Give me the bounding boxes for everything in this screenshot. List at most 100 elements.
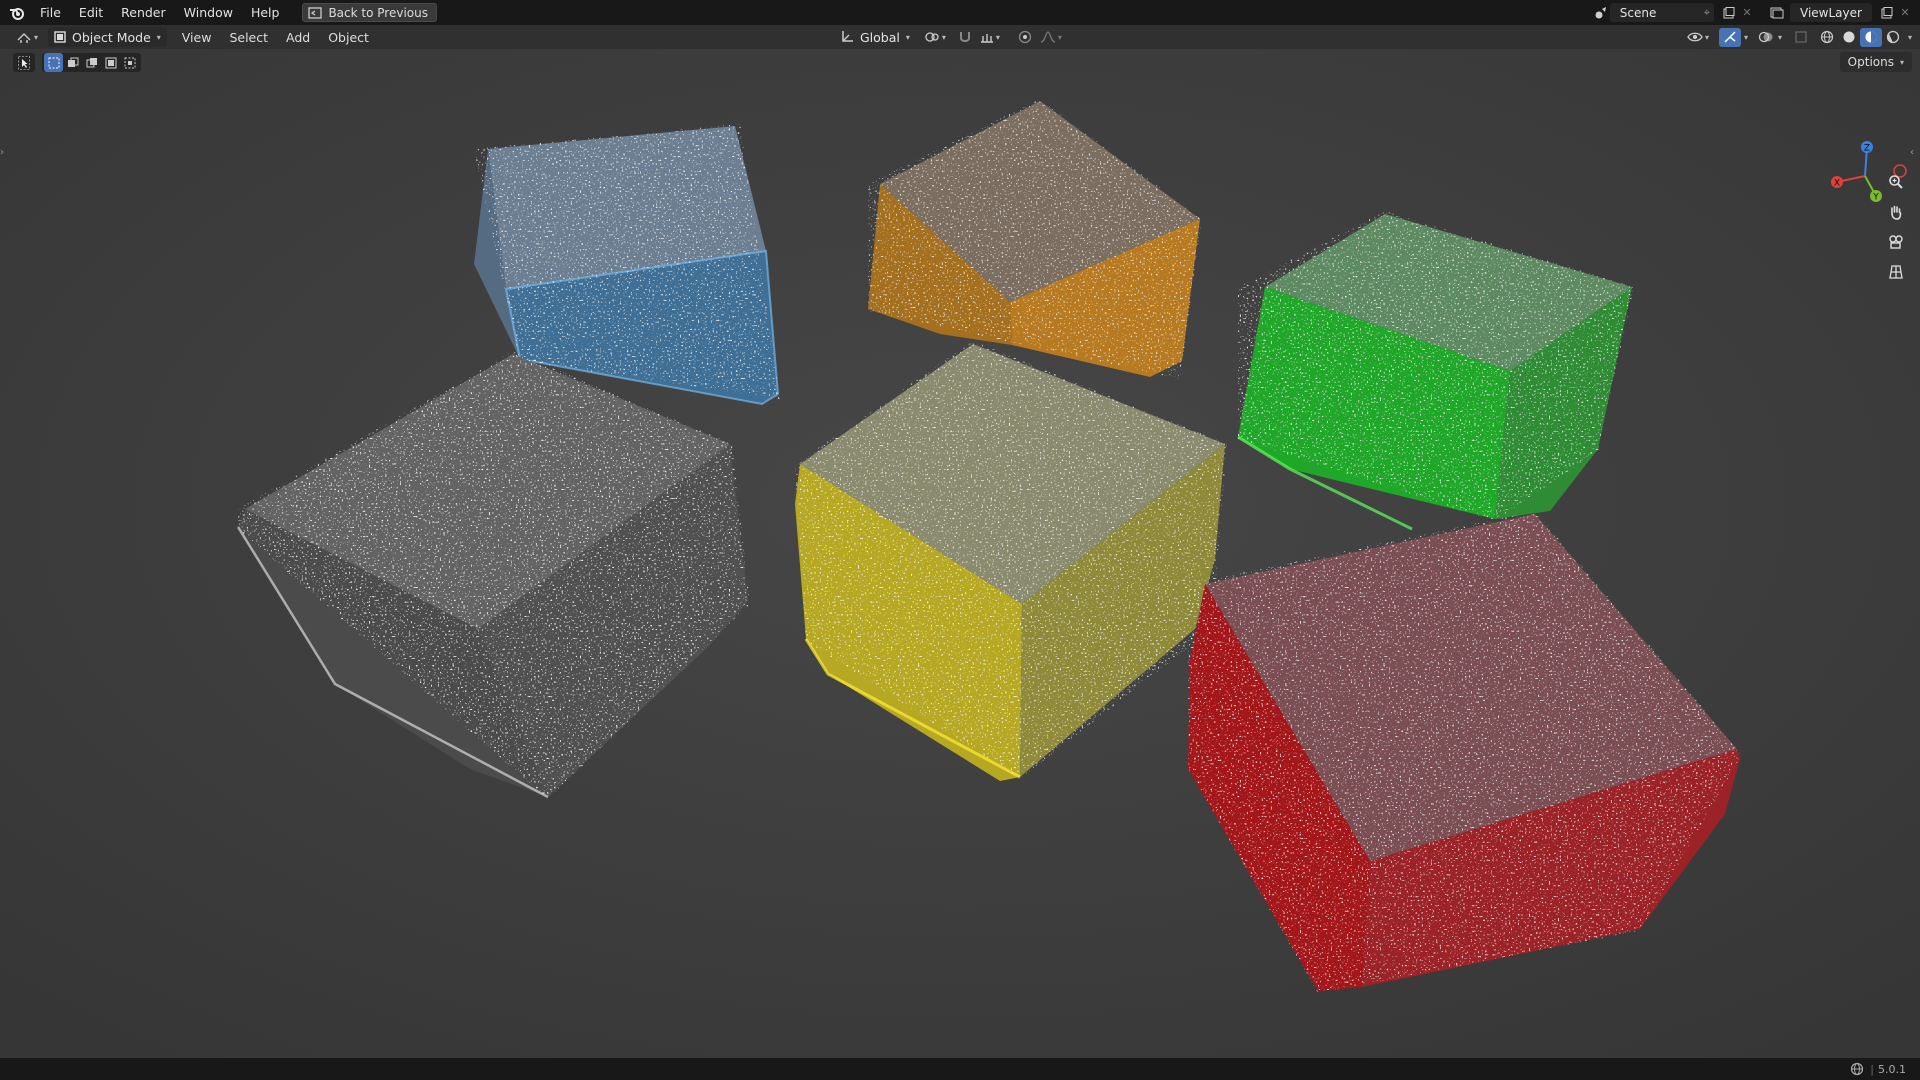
chevron-down-icon[interactable]: ▾: [1778, 33, 1782, 42]
shading-solid[interactable]: [1838, 28, 1860, 47]
snap-increment-icon: [980, 34, 993, 43]
gizmo-y-label: Y: [1872, 193, 1879, 203]
proportional-edit-icon: [1018, 30, 1032, 44]
sidebar-toggle-icon[interactable]: ‹: [1910, 147, 1920, 163]
select-new-button[interactable]: [44, 53, 63, 72]
chevron-down-icon: ▾: [995, 32, 1000, 42]
menu-window[interactable]: Window: [175, 2, 242, 23]
options-label: Options: [1847, 55, 1894, 69]
scene-selector-icon[interactable]: [1592, 4, 1610, 22]
remove-view-layer-icon[interactable]: ✕: [1896, 4, 1914, 22]
chevron-down-icon: ▾: [941, 32, 946, 42]
overlays-icon: [1758, 31, 1773, 43]
select-intersect-icon: [124, 57, 135, 68]
rendered-sphere-icon: [1886, 30, 1900, 44]
orientation-axes-icon: [842, 31, 853, 42]
camera-view-icon[interactable]: [1883, 229, 1909, 255]
orientation-label: Global: [860, 29, 900, 45]
select-invert-button[interactable]: [101, 53, 120, 72]
menu-render[interactable]: Render: [112, 2, 175, 23]
xray-icon: [1795, 31, 1807, 43]
menu-edit[interactable]: Edit: [70, 2, 112, 23]
back-to-previous-button[interactable]: Back to Previous: [302, 3, 437, 22]
menu-help[interactable]: Help: [242, 2, 289, 23]
snap-toggle[interactable]: [954, 28, 976, 47]
toolbar-toggle-icon[interactable]: ›: [0, 147, 10, 163]
status-bar: | 5.0.1: [0, 1058, 1920, 1080]
pivot-point-dropdown[interactable]: ▾: [920, 28, 950, 47]
menu-object[interactable]: Object: [319, 28, 378, 47]
version-label: 5.0.1: [1878, 1062, 1906, 1076]
scene-field[interactable]: Scene ⌖: [1609, 3, 1714, 22]
shading-rendered[interactable]: [1882, 28, 1904, 47]
select-subtract-icon: [86, 57, 97, 67]
viewport-render[interactable]: [0, 49, 1920, 1058]
visibility-dropdown[interactable]: ▾: [1683, 28, 1713, 47]
transform-orientation-dropdown[interactable]: Global ▾: [836, 28, 914, 47]
network-globe-icon[interactable]: [1850, 1062, 1864, 1076]
object-mode-dropdown[interactable]: Object Mode ▾: [48, 27, 167, 47]
options-dropdown[interactable]: Options ▾: [1839, 52, 1912, 72]
gizmo-toggle-icon: [1724, 31, 1736, 43]
select-invert-icon: [105, 57, 116, 68]
top-menu-bar: File Edit Render Window Help Back to Pre…: [0, 0, 1920, 25]
menu-select[interactable]: Select: [220, 28, 277, 47]
chevron-down-icon[interactable]: ▾: [1908, 33, 1912, 42]
gizmo-z-label: Z: [1864, 144, 1870, 154]
select-tool-button[interactable]: [13, 53, 35, 72]
new-view-layer-icon[interactable]: [1878, 4, 1896, 22]
snap-target-dropdown[interactable]: ▾: [976, 28, 1004, 47]
back-screen-icon: [308, 6, 323, 19]
view-layer-field[interactable]: ViewLayer: [1790, 3, 1872, 22]
solid-sphere-icon: [1843, 31, 1855, 43]
menu-add[interactable]: Add: [277, 28, 319, 47]
perspective-toggle-icon[interactable]: [1883, 259, 1909, 285]
3d-viewport[interactable]: › ‹ Z X Y: [0, 49, 1920, 1058]
select-intersect-button[interactable]: [120, 53, 139, 72]
gizmo-x-label: X: [1834, 179, 1840, 189]
xray-toggle[interactable]: [1790, 28, 1812, 47]
falloff-dropdown[interactable]: ▾: [1036, 28, 1066, 47]
select-extend-button[interactable]: [63, 53, 82, 72]
scene-name: Scene: [1619, 5, 1657, 20]
blender-logo-icon[interactable]: [9, 5, 25, 21]
overlays-toggle[interactable]: [1754, 28, 1778, 47]
chevron-down-icon: ▾: [1704, 32, 1709, 42]
selection-mode-group: [42, 53, 141, 72]
topbar-right: Scene ⌖ ✕ ViewLayer ✕: [1592, 0, 1920, 25]
pin-icon[interactable]: ⌖: [1704, 6, 1710, 20]
wireframe-sphere-icon: [1820, 30, 1834, 44]
status-separator: |: [1870, 1062, 1874, 1076]
viewport-shading-controls: ▾ ▾ ▾ ▾: [1683, 25, 1920, 49]
object-mode-icon: [54, 31, 66, 43]
pivot-icon: [925, 32, 939, 42]
shading-material-preview[interactable]: [1859, 27, 1882, 47]
object-mode-label: Object Mode: [72, 29, 151, 45]
shading-wireframe[interactable]: [1816, 28, 1838, 47]
select-extend-icon: [67, 57, 78, 67]
eye-icon: [1687, 32, 1703, 42]
transform-controls: Global ▾ ▾ ▾ ▾: [836, 25, 1066, 49]
select-subtract-button[interactable]: [82, 53, 101, 72]
remove-scene-icon[interactable]: ✕: [1738, 4, 1756, 22]
snap-magnet-icon: [959, 32, 970, 42]
gizmo-toggle[interactable]: [1718, 27, 1741, 47]
proportional-edit-toggle[interactable]: [1014, 28, 1036, 47]
view-layer-name: ViewLayer: [1800, 5, 1862, 20]
editor-type-icon: [17, 33, 31, 43]
chevron-down-icon: ▾: [156, 32, 161, 42]
new-scene-icon[interactable]: [1720, 4, 1738, 22]
back-button-label: Back to Previous: [328, 5, 428, 20]
editor-type-dropdown[interactable]: ▾: [12, 28, 42, 47]
chevron-down-icon: ▾: [1899, 57, 1904, 67]
chevron-down-icon: ▾: [1057, 32, 1062, 42]
view-layer-icon[interactable]: [1768, 4, 1786, 22]
select-new-icon: [48, 57, 59, 68]
menu-view[interactable]: View: [173, 28, 221, 47]
chevron-down-icon: ▾: [34, 32, 39, 42]
menu-file[interactable]: File: [31, 2, 70, 23]
pan-hand-icon[interactable]: [1883, 199, 1909, 225]
chevron-down-icon[interactable]: ▾: [1744, 33, 1748, 42]
zoom-icon[interactable]: [1883, 169, 1909, 195]
falloff-curve-icon: [1040, 31, 1056, 43]
